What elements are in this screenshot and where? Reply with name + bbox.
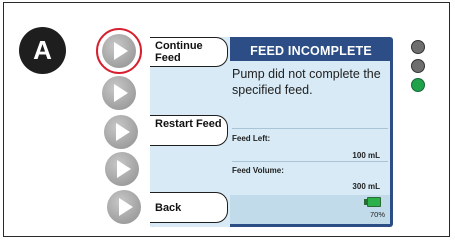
- continue-feed-tab[interactable]: Continue Feed: [150, 37, 228, 67]
- figure-badge-label: A: [33, 35, 52, 65]
- feed-left-label: Feed Left:: [232, 134, 271, 143]
- soft-key-1-button[interactable]: [102, 34, 136, 68]
- divider: [232, 161, 388, 162]
- play-arrow-icon: [114, 42, 128, 60]
- restart-feed-tab[interactable]: Restart Feed: [150, 115, 228, 146]
- battery-icon: [367, 197, 381, 207]
- feed-left-value: 100 mL: [352, 151, 380, 160]
- soft-key-4-button[interactable]: [105, 152, 139, 186]
- battery-percent: 70%: [370, 210, 386, 219]
- soft-key-3-button[interactable]: [104, 115, 138, 149]
- figure-badge: A: [19, 27, 66, 74]
- play-arrow-icon: [116, 123, 130, 141]
- play-arrow-icon: [117, 160, 131, 178]
- play-arrow-icon: [114, 84, 128, 102]
- screen-title: FEED INCOMPLETE: [250, 43, 372, 58]
- soft-key-2-button[interactable]: [102, 76, 136, 110]
- soft-key-5-button[interactable]: [107, 190, 141, 224]
- alert-message: Pump did not complete the specified feed…: [232, 67, 381, 97]
- feed-volume-value: 300 mL: [352, 182, 380, 191]
- status-led-indicator: [411, 78, 425, 92]
- divider: [232, 128, 388, 129]
- feed-volume-label: Feed Volume:: [232, 166, 284, 175]
- middle-led-indicator: [411, 59, 425, 73]
- play-arrow-icon: [119, 198, 133, 216]
- back-tab[interactable]: Back: [150, 192, 228, 223]
- top-led-indicator: [411, 40, 425, 54]
